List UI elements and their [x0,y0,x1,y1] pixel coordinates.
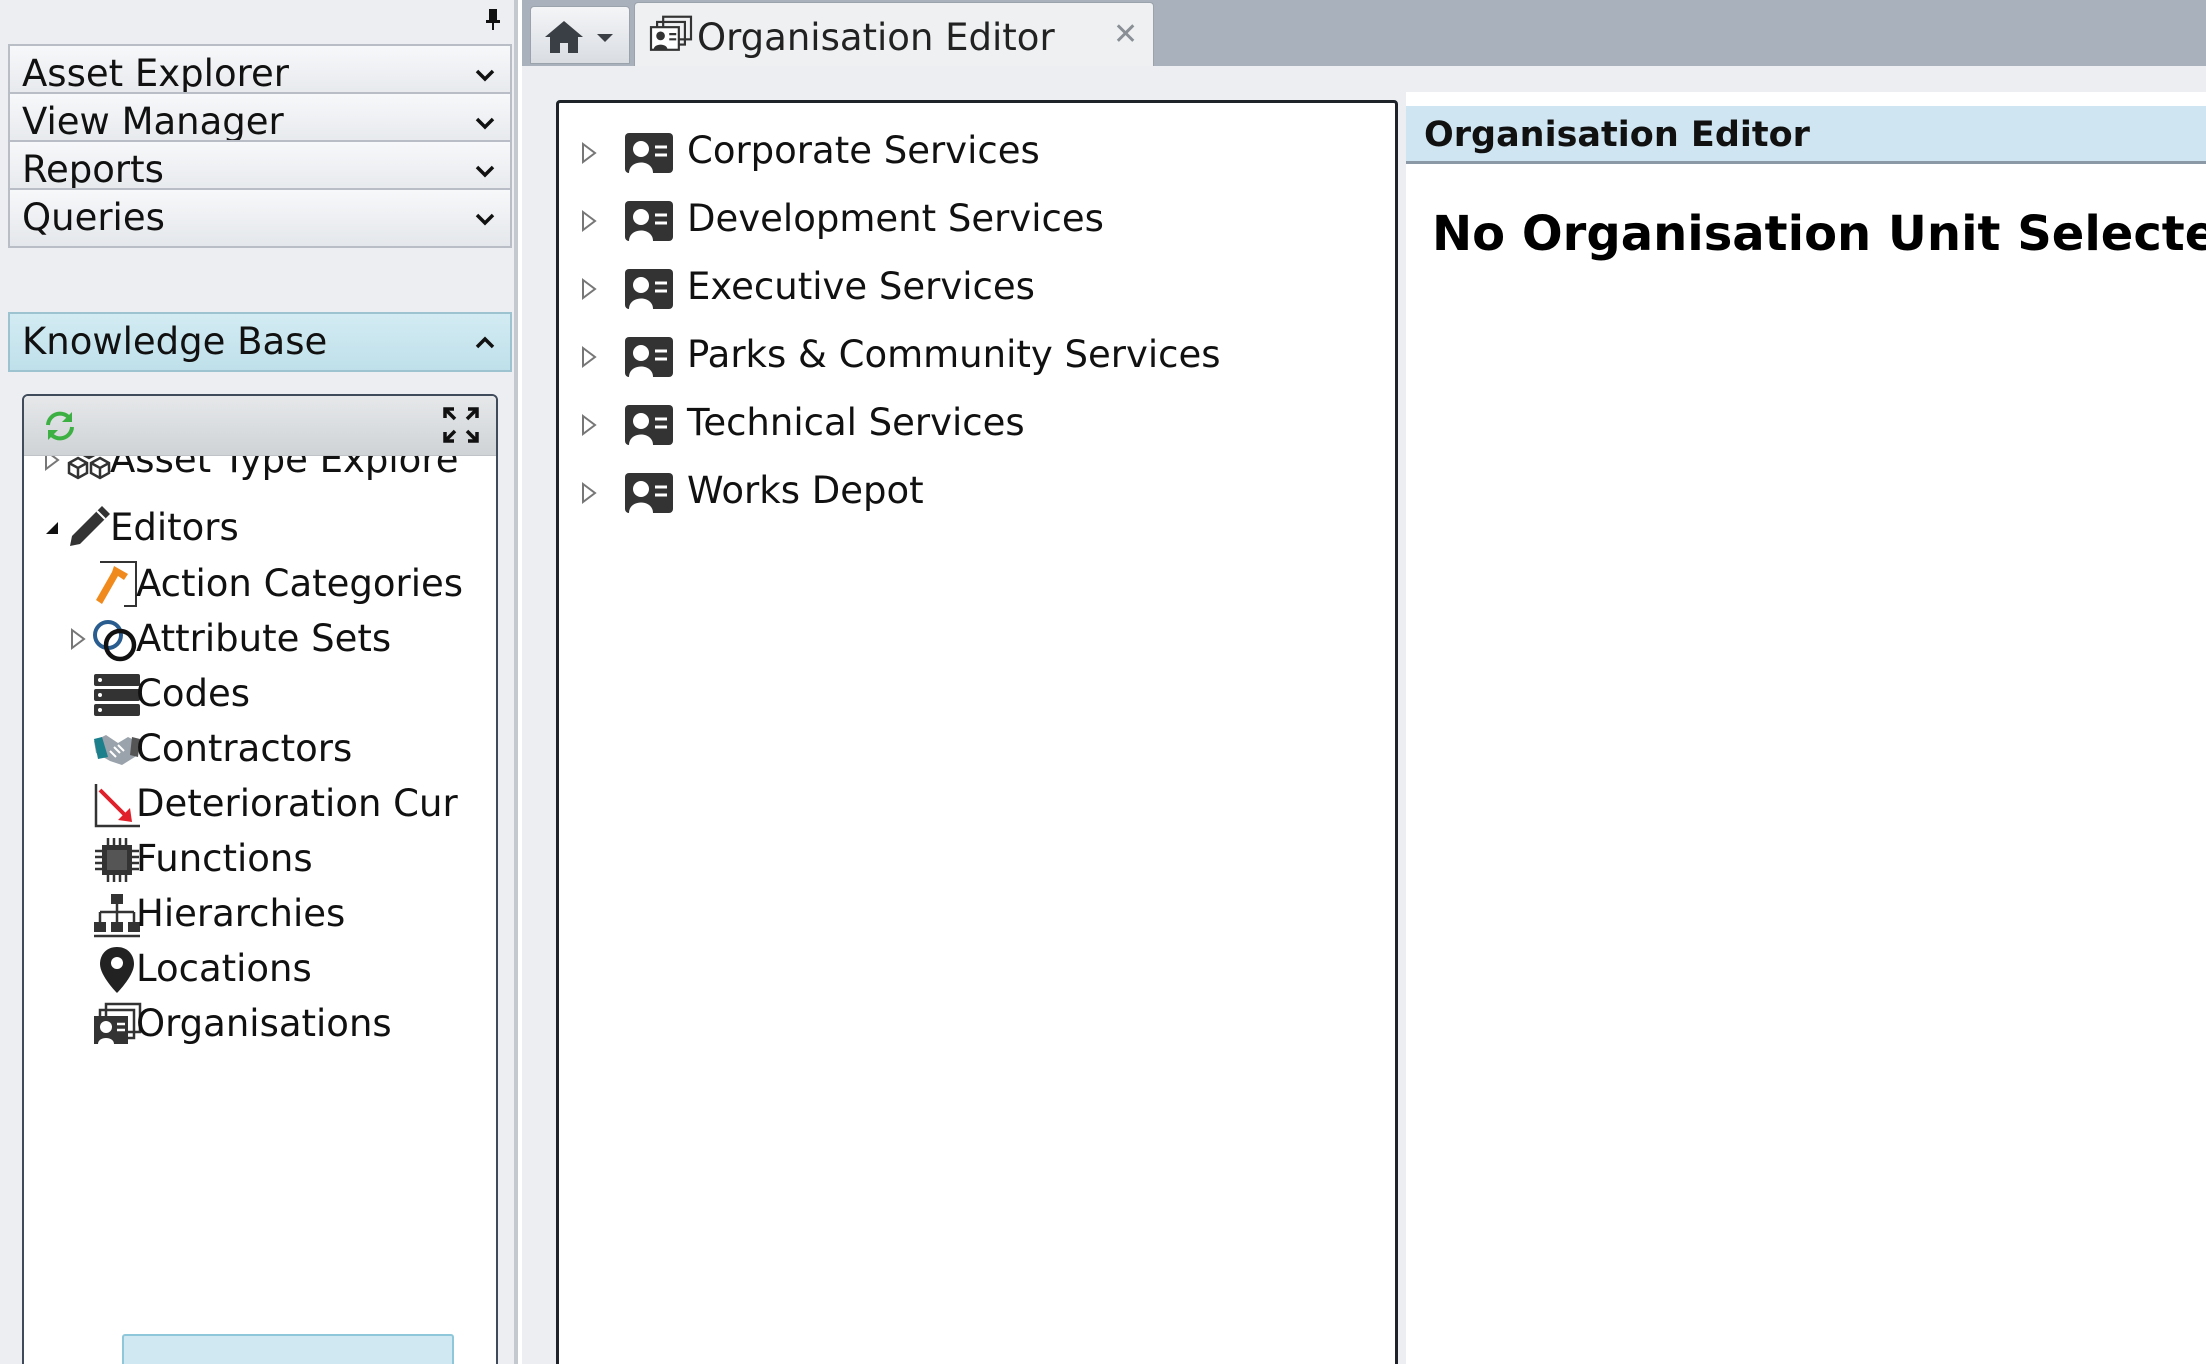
tree-item-label: Editors [110,506,239,549]
org-tree-item[interactable]: Works Depot [559,459,1395,523]
org-tree-item-label: Works Depot [687,469,924,512]
cubes-icon [67,456,111,480]
accordion-knowledge-base[interactable]: Knowledge Base [8,312,512,372]
knowledge-base-panel: Asset Type Explore Editors Action Catego… [22,394,498,1364]
chip-icon [95,838,139,882]
org-tree-item-label: Corporate Services [687,129,1040,172]
tree-item-label: Codes [136,672,250,715]
org-card-icon [625,201,673,241]
close-icon[interactable]: ✕ [1113,15,1138,55]
rings-icon [93,620,137,662]
tree-item-label: Deterioration Cur [136,782,458,825]
org-tree-item-label: Executive Services [687,265,1035,308]
knowledge-base-toolbar [24,396,496,456]
tree-item-locations[interactable]: Locations [24,939,496,999]
accordion-queries[interactable]: Queries [8,188,512,248]
map-pin-icon [100,947,134,993]
tree-item-hierarchies[interactable]: Hierarchies [24,884,496,944]
caret-down-icon [597,34,613,42]
tab-bar: Organisation Editor ✕ [522,0,2206,66]
tab-organisation-editor[interactable]: Organisation Editor ✕ [634,2,1154,66]
expand-arrow-icon[interactable] [68,627,88,651]
org-card-icon [649,15,693,51]
tree-item-label: Organisations [136,1002,392,1045]
expand-arrow-icon[interactable] [579,209,599,233]
tree-item-action-categories[interactable]: Action Categories [24,554,496,614]
accordion-label: Queries [22,196,165,239]
organisation-tree: Corporate Services Development Services … [556,100,1398,1364]
org-card-icon [625,337,673,377]
tree-item-label: Locations [136,947,312,990]
chevron-down-icon [475,117,495,130]
org-card-icon [625,269,673,309]
org-tree-item[interactable]: Corporate Services [559,119,1395,183]
home-menu-button[interactable] [530,6,630,64]
knowledge-base-tree: Asset Type Explore Editors Action Catego… [24,456,496,1364]
empty-state-message: No Organisation Unit Selected [1432,206,2206,262]
sitemap-icon [94,894,140,938]
org-tree-item-label: Technical Services [687,401,1025,444]
editor-panel: Organisation Editor No Organisation Unit… [1406,92,2206,1364]
tree-item-label: Asset Type Explore [110,456,459,481]
tree-item-attribute-sets[interactable]: Attribute Sets [24,609,496,669]
tree-item-label: Functions [136,837,313,880]
tree-item-label: Action Categories [136,562,464,605]
tree-item-codes[interactable]: Codes [24,664,496,724]
org-card-icon [94,1002,142,1044]
org-tree-item[interactable]: Technical Services [559,391,1395,455]
tree-item-contractors[interactable]: Contractors [24,719,496,779]
tree-item-asset-type-explorer[interactable]: Asset Type Explore [24,456,496,490]
expand-arrow-icon[interactable] [579,413,599,437]
expand-arrow-icon[interactable] [579,141,599,165]
accordion-label: Asset Explorer [22,52,289,95]
org-card-icon [625,133,673,173]
handshake-icon [94,735,140,765]
org-tree-item[interactable]: Executive Services [559,255,1395,319]
chevron-down-icon [475,165,495,178]
pencil-icon [70,506,110,546]
pin-icon[interactable] [480,6,506,32]
downtrend-icon [94,784,140,828]
tree-item-organisations[interactable]: Organisations [24,994,496,1054]
tree-item-label: Contractors [136,727,353,770]
server-icon [94,674,140,716]
chevron-down-icon [475,213,495,226]
org-tree-item-label: Development Services [687,197,1104,240]
tree-item-label: Attribute Sets [136,617,392,660]
tab-label: Organisation Editor [697,16,1055,59]
org-card-icon [625,405,673,445]
expand-icon[interactable] [442,406,480,444]
expand-arrow-icon[interactable] [579,277,599,301]
editor-header: Organisation Editor [1406,106,2206,164]
org-card-icon [625,473,673,513]
hammer-icon [96,561,137,607]
tree-item-deterioration-curves[interactable]: Deterioration Cur [24,774,496,834]
accordion-label: Knowledge Base [22,320,328,363]
org-tree-item[interactable]: Development Services [559,187,1395,251]
home-icon [545,21,583,53]
expand-arrow-icon[interactable] [579,345,599,369]
tree-item-label: Hierarchies [136,892,346,935]
tree-item-editors[interactable]: Editors [24,498,496,558]
org-tree-item-label: Parks & Community Services [687,333,1221,376]
expand-arrow-icon[interactable] [42,456,62,472]
collapse-arrow-icon[interactable] [42,516,62,540]
navigation-sidebar: Asset Explorer View Manager Reports Quer… [0,0,518,1364]
accordion-label: View Manager [22,100,284,143]
tree-item-functions[interactable]: Functions [24,829,496,889]
expand-arrow-icon[interactable] [579,481,599,505]
refresh-icon[interactable] [42,408,78,444]
accordion-label: Reports [22,148,164,191]
org-tree-item[interactable]: Parks & Community Services [559,323,1395,387]
selection-highlight [122,1334,454,1364]
chevron-up-icon [475,336,495,349]
chevron-down-icon [475,69,495,82]
